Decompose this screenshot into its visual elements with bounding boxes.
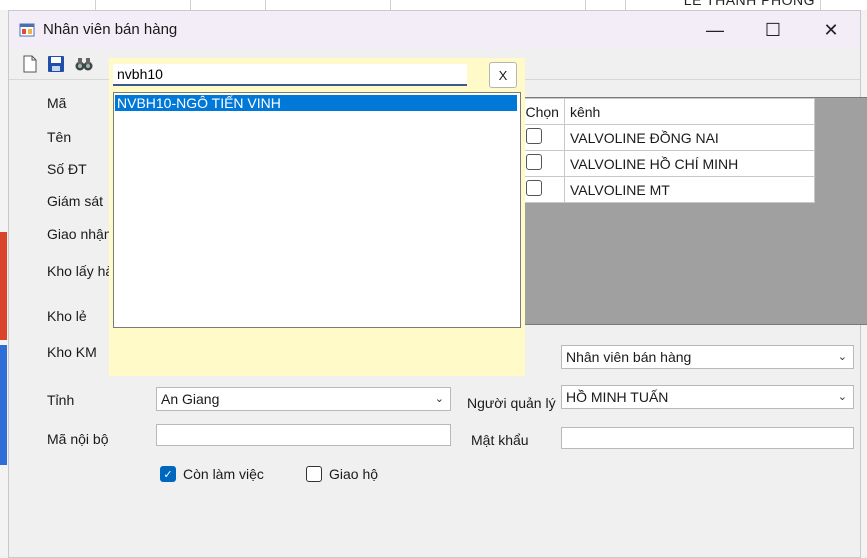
background-blue-block xyxy=(0,345,7,465)
close-button[interactable]: ✕ xyxy=(802,11,860,49)
popup-close-label: X xyxy=(498,67,508,83)
save-icon[interactable] xyxy=(45,53,67,75)
employee-search-popup: X NVBH10-NGÔ TIẾN VINH xyxy=(109,58,525,376)
label-giao-nhan: Giao nhận xyxy=(47,226,112,242)
role-select-value: Nhân viên bán hàng xyxy=(566,349,692,365)
row-kenh: VALVOLINE MT xyxy=(563,176,815,203)
maximize-button[interactable]: ☐ xyxy=(744,11,802,49)
chevron-down-icon: ⌄ xyxy=(434,393,444,405)
minimize-icon: — xyxy=(706,19,724,40)
grid-header-row: Chọn kênh xyxy=(519,98,815,125)
close-icon: ✕ xyxy=(823,19,839,40)
province-select-value: An Giang xyxy=(161,391,220,407)
maximize-icon: ☐ xyxy=(764,19,782,40)
label-tinh: Tỉnh xyxy=(47,392,75,408)
still-working-checkbox[interactable]: ✓ Còn làm việc xyxy=(160,466,264,482)
label-kho-km: Kho KM xyxy=(47,344,97,360)
channel-table: Chọn kênh VALVOLINE ĐỒNG NAI VALVOLINE H… xyxy=(518,98,815,203)
row-checkbox[interactable] xyxy=(525,154,542,170)
role-select[interactable]: Nhân viên bán hàng ⌄ xyxy=(561,345,854,369)
popup-result-list[interactable]: NVBH10-NGÔ TIẾN VINH xyxy=(113,92,521,328)
column-header-chon[interactable]: Chọn xyxy=(519,98,565,125)
manager-select-value: HỒ MINH TUẤN xyxy=(566,389,669,405)
label-giam-sat: Giám sát xyxy=(47,193,104,209)
table-row[interactable]: VALVOLINE MT xyxy=(519,176,815,203)
background-red-block xyxy=(0,232,7,340)
delivery-help-label: Giao hộ xyxy=(329,466,379,482)
row-kenh: VALVOLINE HỒ CHÍ MINH xyxy=(563,150,815,177)
channel-grid[interactable]: Chọn kênh VALVOLINE ĐỒNG NAI VALVOLINE H… xyxy=(518,97,867,325)
row-checkbox[interactable] xyxy=(526,128,542,144)
table-row[interactable]: VALVOLINE HỒ CHÍ MINH xyxy=(519,150,815,177)
checkbox-checked-icon: ✓ xyxy=(160,466,176,482)
new-file-icon[interactable] xyxy=(19,53,41,75)
search-binoculars-icon[interactable] xyxy=(73,53,95,75)
label-mat-khau: Mật khẩu xyxy=(471,432,529,448)
manager-select[interactable]: HỒ MINH TUẤN ⌄ xyxy=(561,385,854,409)
label-so-dt: Số ĐT xyxy=(47,161,87,177)
chevron-down-icon: ⌄ xyxy=(837,351,847,363)
row-checkbox[interactable] xyxy=(525,180,542,196)
delivery-help-checkbox[interactable]: Giao hộ xyxy=(306,466,378,482)
popup-search-input[interactable] xyxy=(113,64,467,86)
label-kho-le: Kho lẻ xyxy=(47,308,87,324)
checkbox-unchecked-icon xyxy=(306,466,322,482)
background-person-name: LÊ THÀNH PHONG xyxy=(683,0,815,8)
popup-close-button[interactable]: X xyxy=(489,62,517,88)
list-item[interactable]: NVBH10-NGÔ TIẾN VINH xyxy=(115,95,517,111)
minimize-button[interactable]: — xyxy=(686,11,744,49)
title-bar[interactable]: Nhân viên bán hàng — ☐ ✕ xyxy=(9,11,860,49)
label-nguoi-quan-ly: Người quản lý xyxy=(467,395,556,411)
table-row[interactable]: VALVOLINE ĐỒNG NAI xyxy=(518,124,815,151)
label-ma-noi-bo: Mã nội bộ xyxy=(47,431,109,447)
row-kenh: VALVOLINE ĐỒNG NAI xyxy=(563,124,815,151)
internal-code-input[interactable] xyxy=(156,424,451,446)
chevron-down-icon: ⌄ xyxy=(837,391,847,403)
still-working-label: Còn làm việc xyxy=(183,466,264,482)
window-title: Nhân viên bán hàng xyxy=(43,21,178,38)
label-ma: Mã xyxy=(47,95,67,111)
province-select[interactable]: An Giang ⌄ xyxy=(156,387,451,411)
label-ten: Tên xyxy=(47,129,72,145)
app-form-icon xyxy=(19,22,35,38)
password-input[interactable] xyxy=(561,427,854,449)
column-header-kenh[interactable]: kênh xyxy=(563,98,815,125)
